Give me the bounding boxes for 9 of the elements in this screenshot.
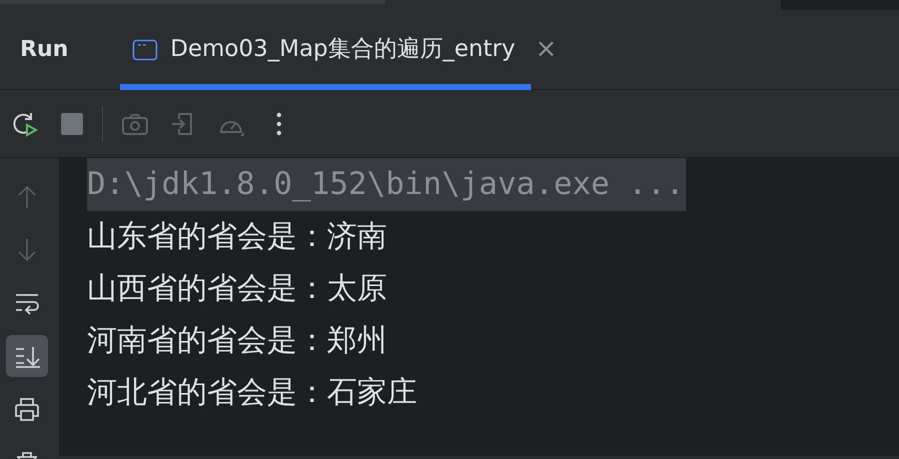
scroll-to-end-icon[interactable] — [6, 335, 48, 377]
console-output-line: 山东省的省会是：济南 — [87, 220, 387, 253]
console-output-line: 河北省的省会是：石家庄 — [87, 376, 417, 409]
console-output-line: 山西省的省会是：太原 — [87, 272, 387, 305]
console-icon — [132, 38, 158, 62]
console-output-line: 河南省的省会是：郑州 — [87, 324, 387, 357]
close-icon[interactable]: × — [535, 30, 558, 69]
tab[interactable]: Demo03_Map集合的遍历_entry — [120, 10, 532, 90]
tool-window-title: Run — [20, 36, 68, 64]
